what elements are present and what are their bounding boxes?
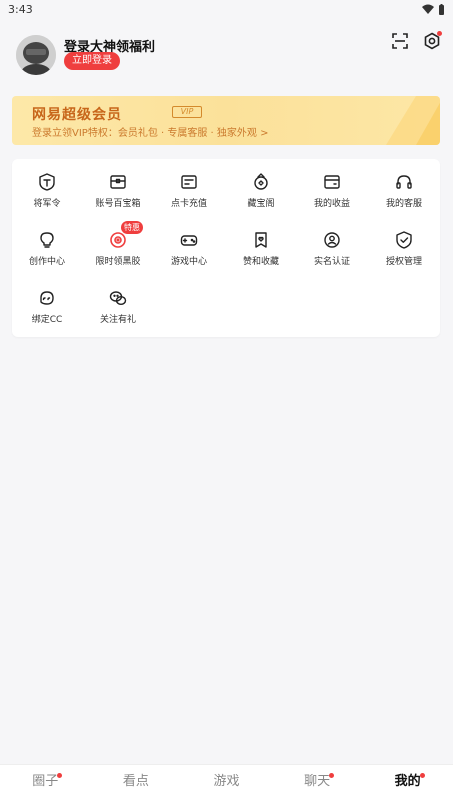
vip-subtitle: 登录立领VIP特权：会员礼包 · 专属客服 · 独家外观 > xyxy=(32,128,269,139)
grid-item-token[interactable]: 将军令 xyxy=(12,159,82,209)
bookmark-heart-icon xyxy=(251,230,271,250)
tab-chat[interactable]: 聊天 xyxy=(272,765,363,800)
bottom-tab-bar: 圈子 看点 游戏 聊天 我的 xyxy=(0,764,453,800)
grid-item-headset[interactable]: 我的客服 xyxy=(369,159,439,209)
tab-watch[interactable]: 看点 xyxy=(91,765,182,800)
vip-badge: VIP xyxy=(172,106,202,118)
avatar[interactable] xyxy=(16,35,56,75)
status-bar: 3:43 xyxy=(0,0,453,18)
tab-label: 我的 xyxy=(394,774,421,789)
tab-circle[interactable]: 圈子 xyxy=(0,765,91,800)
vip-decoration-icon xyxy=(386,96,440,145)
grid-item-wechat[interactable]: 关注有礼 xyxy=(83,275,153,325)
services-card: 将军令 账号百宝箱 点卡充值 藏宝阁 我的收益 我的客服 创作中心 特惠 限时领黑胶 游戏中心 赞和… xyxy=(12,159,440,337)
bulb-icon xyxy=(37,230,57,250)
tab-notification-dot xyxy=(329,773,335,778)
grid-item-card[interactable]: 点卡充值 xyxy=(154,159,224,209)
vip-title: 网易超级会员 xyxy=(32,107,122,123)
grid-item-label: 我的收益 xyxy=(313,199,350,209)
wallet-icon xyxy=(322,172,342,192)
grid-item-vinyl[interactable]: 特惠限时领黑胶 xyxy=(83,217,153,267)
grid-item-box[interactable]: 账号百宝箱 xyxy=(83,159,153,209)
grid-item-label: 将军令 xyxy=(33,199,61,209)
header-actions xyxy=(391,31,442,50)
grid-item-label: 创作中心 xyxy=(28,257,65,267)
wifi-icon xyxy=(422,4,434,14)
default-avatar-icon xyxy=(16,35,56,75)
grid-item-label: 点卡充值 xyxy=(170,199,207,209)
grid-item-label: 授权管理 xyxy=(385,257,422,267)
tab-games[interactable]: 游戏 xyxy=(181,765,272,800)
battery-icon xyxy=(439,3,444,15)
promo-badge: 特惠 xyxy=(121,221,143,234)
grid-item-label: 限时领黑胶 xyxy=(95,257,141,267)
status-icons xyxy=(422,3,445,15)
shield-check-icon xyxy=(394,230,414,250)
wechat-icon xyxy=(108,288,128,308)
box-icon xyxy=(108,172,128,192)
gamepad-icon xyxy=(179,230,199,250)
tab-label: 游戏 xyxy=(213,774,240,789)
settings-icon[interactable] xyxy=(423,31,442,50)
vip-banner[interactable]: 网易超级会员 VIP 登录立领VIP特权：会员礼包 · 专属客服 · 独家外观 … xyxy=(12,96,440,145)
grid-item-wallet[interactable]: 我的收益 xyxy=(297,159,367,209)
vinyl-icon: 特惠 xyxy=(108,221,143,250)
token-icon xyxy=(37,172,57,192)
grid-item-label: 账号百宝箱 xyxy=(95,199,141,209)
grid-item-label: 赞和收藏 xyxy=(242,257,279,267)
profile-header: 登录大神领福利 立即登录 xyxy=(16,31,442,82)
tab-label: 圈子 xyxy=(32,774,59,789)
tab-notification-dot xyxy=(419,773,425,778)
cc-icon xyxy=(37,288,57,308)
user-verify-icon xyxy=(322,230,342,250)
grid-item-label: 藏宝阁 xyxy=(247,199,275,209)
grid-item-user-verify[interactable]: 实名认证 xyxy=(297,217,367,267)
grid-item-bookmark-heart[interactable]: 赞和收藏 xyxy=(226,217,296,267)
grid-item-treasure[interactable]: 藏宝阁 xyxy=(226,159,296,209)
headset-icon xyxy=(394,172,414,192)
notification-dot xyxy=(437,31,442,36)
tab-label: 看点 xyxy=(122,774,149,789)
grid-item-label: 我的客服 xyxy=(385,199,422,209)
scan-icon[interactable] xyxy=(391,32,409,50)
grid-item-bulb[interactable]: 创作中心 xyxy=(12,217,82,267)
grid-item-cc[interactable]: 绑定CC xyxy=(12,275,82,325)
tab-label: 聊天 xyxy=(304,774,331,789)
treasure-icon xyxy=(251,172,271,192)
status-time: 3:43 xyxy=(8,2,33,16)
grid-item-label: 绑定CC xyxy=(31,315,63,325)
grid-item-label: 实名认证 xyxy=(313,257,350,267)
grid-item-label: 关注有礼 xyxy=(99,315,136,325)
login-button[interactable]: 立即登录 xyxy=(64,52,120,70)
tab-notification-dot xyxy=(57,773,63,778)
tab-mine[interactable]: 我的 xyxy=(362,765,453,800)
card-icon xyxy=(179,172,199,192)
grid-item-gamepad[interactable]: 游戏中心 xyxy=(154,217,224,267)
grid-item-label: 游戏中心 xyxy=(170,257,207,267)
grid-item-shield-check[interactable]: 授权管理 xyxy=(369,217,439,267)
